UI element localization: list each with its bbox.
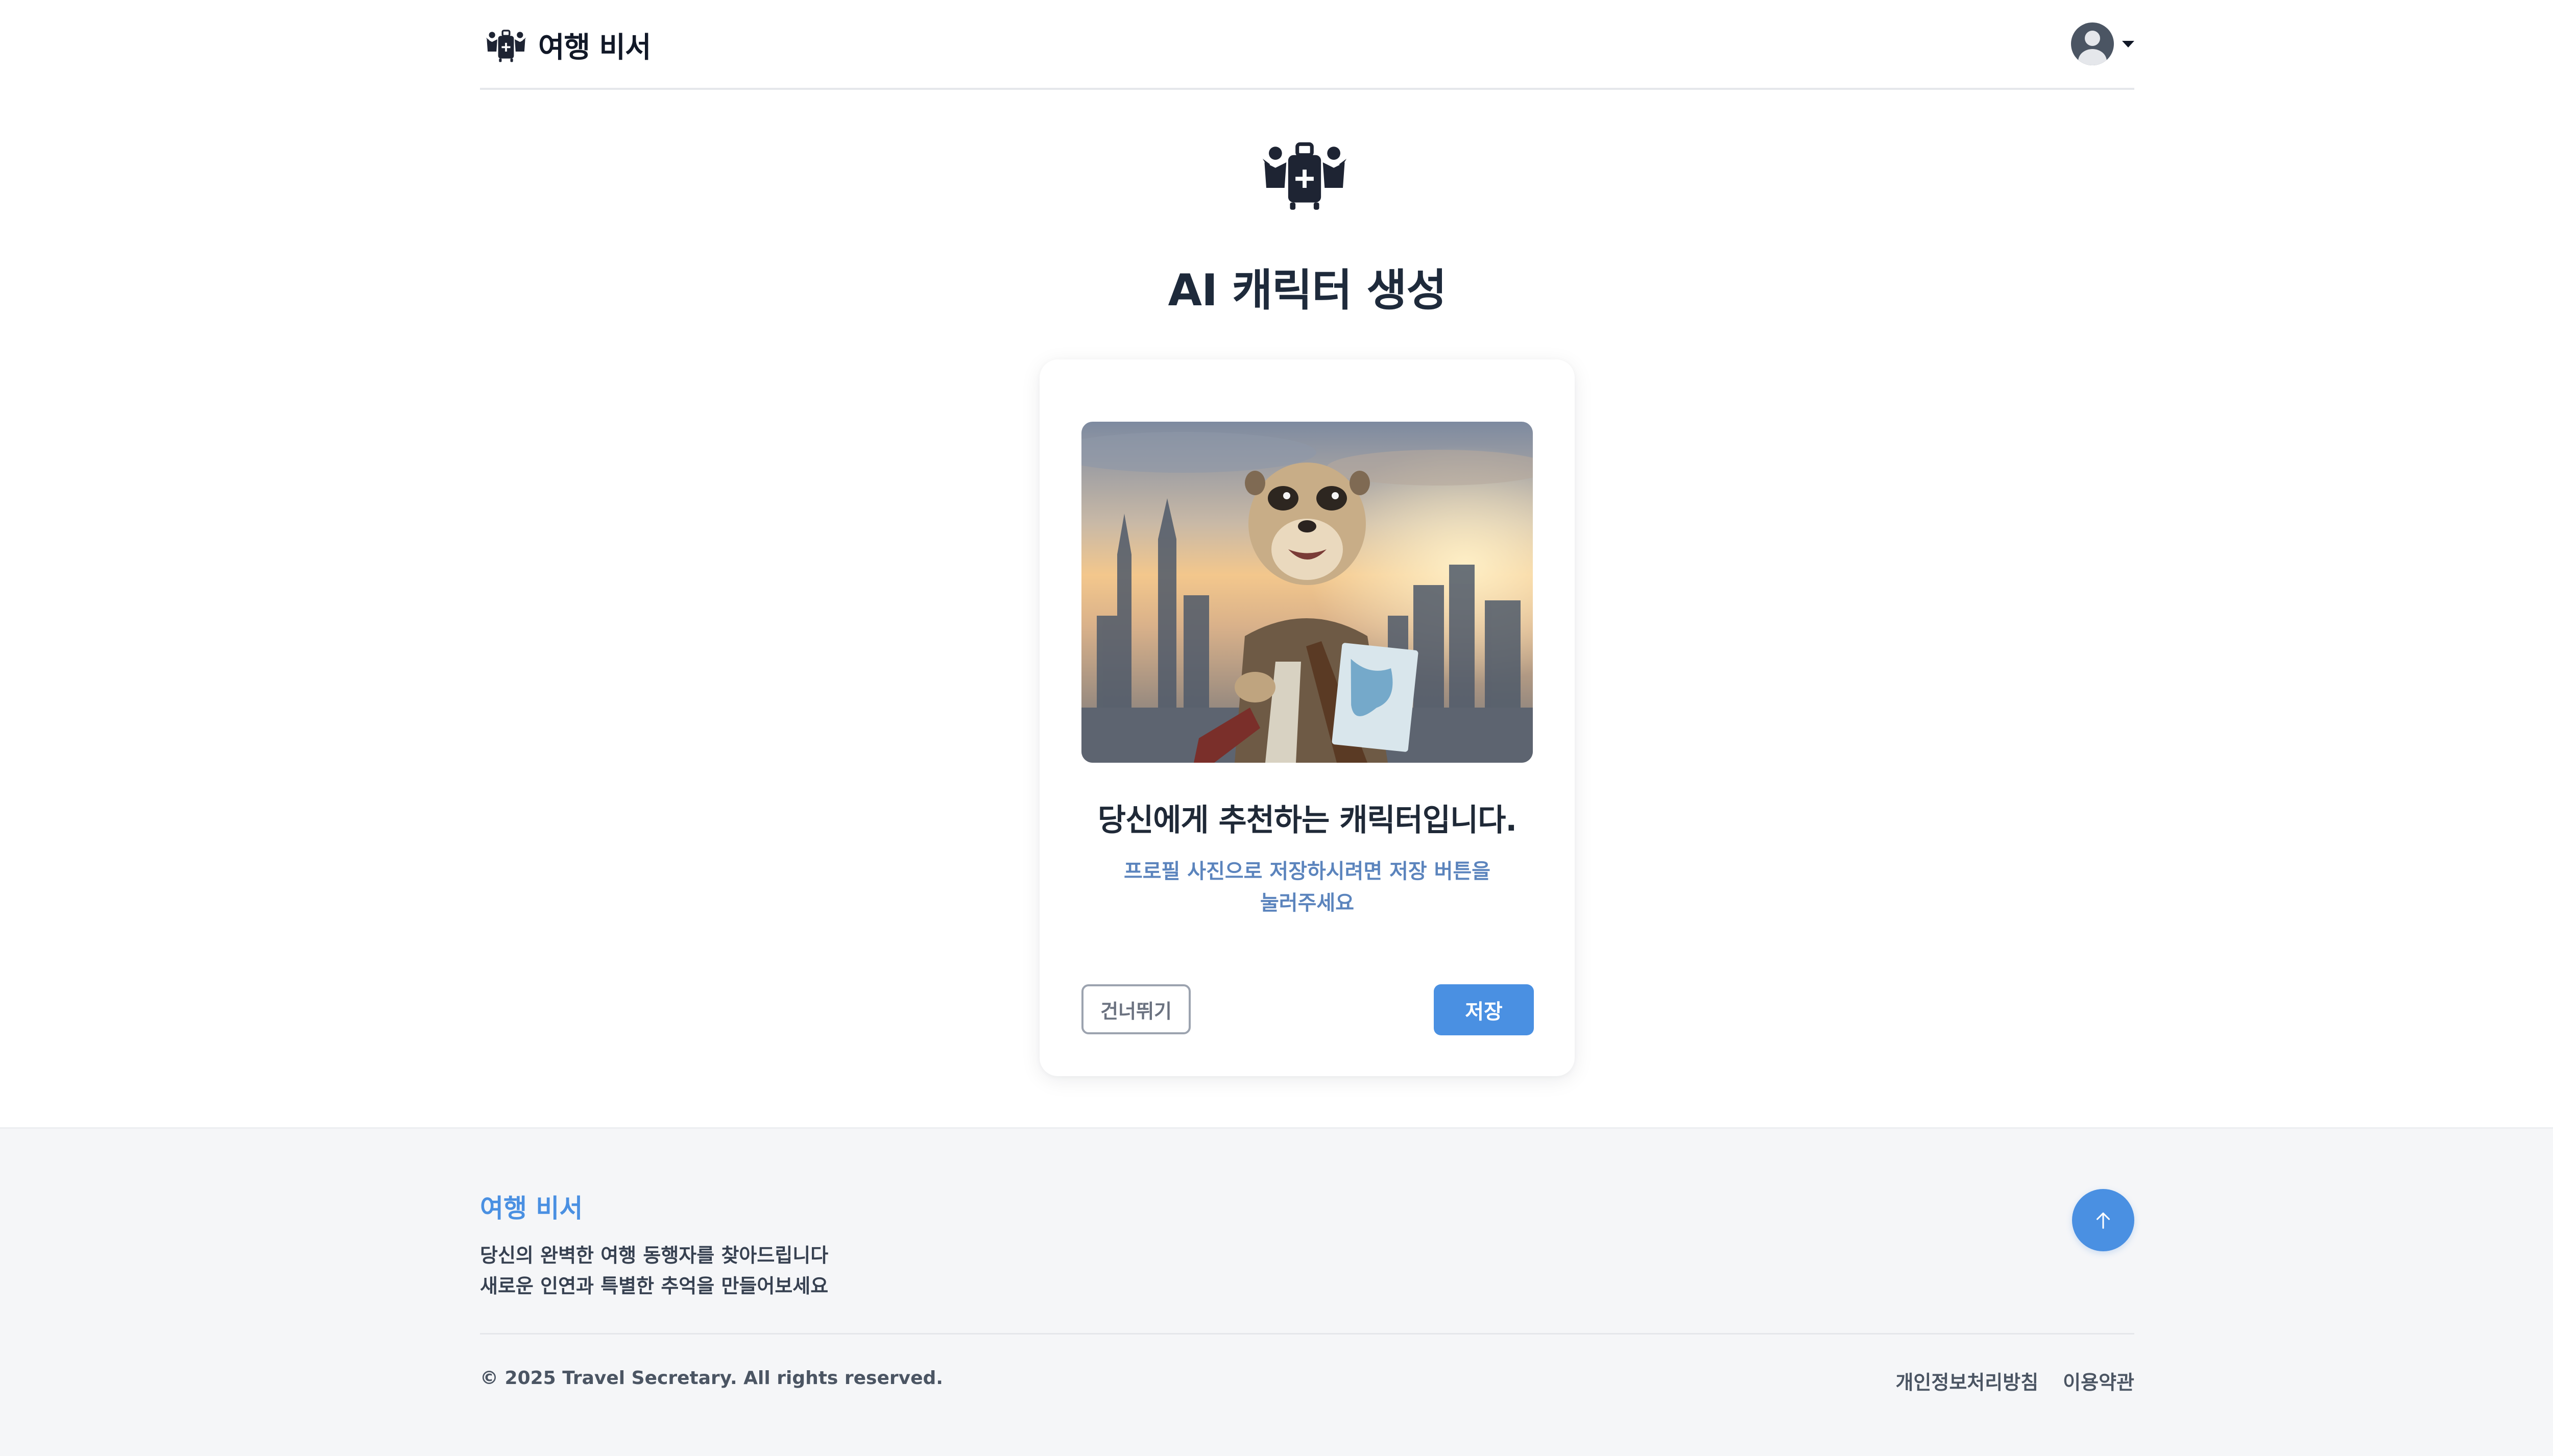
footer-tagline-line-2: 새로운 인연과 특별한 추억을 만들어보세요 <box>480 1275 829 1297</box>
scroll-to-top-button[interactable] <box>2072 1189 2134 1251</box>
skip-button[interactable]: 건너뛰기 <box>1081 984 1191 1034</box>
user-avatar-icon <box>2071 22 2114 65</box>
footer-tagline: 당신의 완벽한 여행 동행자를 찾아드립니다 새로운 인연과 특별한 추억을 만… <box>480 1240 828 1301</box>
subtext-line-1: 프로필 사진으로 저장하시려면 저장 버튼을 <box>1123 860 1491 883</box>
page-title: AI 캐릭터 생성 <box>1168 265 1447 316</box>
footer-links: 개인정보처리방침 이용약관 <box>1895 1367 2134 1395</box>
travel-companions-logo-icon <box>1256 137 1354 213</box>
site-footer: 여행 비서 당신의 완벽한 여행 동행자를 찾아드립니다 새로운 인연과 특별한… <box>0 1127 2553 1456</box>
terms-of-service-link[interactable]: 이용약관 <box>2063 1367 2134 1395</box>
subtext-line-2: 눌러주세요 <box>1260 891 1354 915</box>
character-card <box>1040 359 1575 1076</box>
footer-divider <box>480 1333 2134 1334</box>
caret-down-icon <box>2122 40 2134 47</box>
character-image <box>1081 422 1533 763</box>
travel-companions-logo-icon <box>485 27 527 64</box>
recommendation-subtext: 프로필 사진으로 저장하시려면 저장 버튼을 눌러주세요 <box>1113 856 1501 919</box>
recommendation-heading: 당신에게 추천하는 캐릭터입니다. <box>1097 803 1517 838</box>
site-header: 여행 비서 <box>480 0 2134 90</box>
arrow-up-icon <box>2091 1208 2115 1232</box>
brand-link[interactable]: 여행 비서 <box>485 25 652 66</box>
brand-name: 여행 비서 <box>538 31 652 64</box>
user-menu-toggle[interactable] <box>2071 22 2134 65</box>
privacy-policy-link[interactable]: 개인정보처리방침 <box>1895 1367 2038 1395</box>
footer-brand: 여행 비서 <box>480 1194 583 1223</box>
copyright-text: © 2025 Travel Secretary. All rights rese… <box>480 1368 943 1389</box>
footer-tagline-line-1: 당신의 완벽한 여행 동행자를 찾아드립니다 <box>480 1244 829 1267</box>
save-button[interactable]: 저장 <box>1434 984 1534 1035</box>
